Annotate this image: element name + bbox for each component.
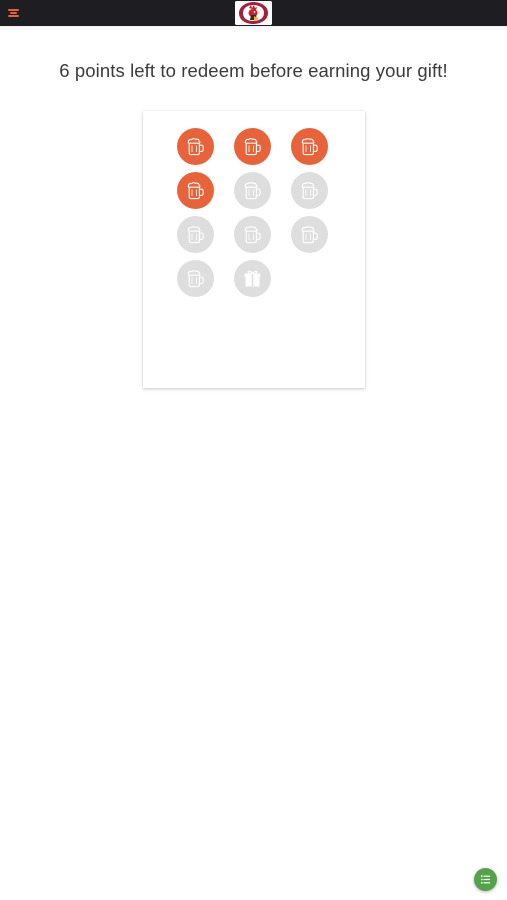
top-app-bar — [0, 0, 507, 26]
coffee-mug-icon — [299, 224, 320, 245]
stamp-earned — [291, 128, 328, 165]
coffee-mug-icon — [299, 136, 320, 157]
coffee-mug-icon — [242, 224, 263, 245]
coffee-mug-icon — [185, 268, 206, 289]
coffee-mug-icon — [242, 136, 263, 157]
stamp-unearned — [177, 216, 214, 253]
coffee-mug-icon — [185, 180, 206, 201]
app-bar-shadow — [0, 26, 507, 32]
coffee-mug-icon — [185, 136, 206, 157]
coffee-mug-icon — [299, 180, 320, 201]
stamp-earned — [177, 128, 214, 165]
hamburger-menu-icon[interactable] — [6, 6, 22, 20]
stamp-unearned — [234, 172, 271, 209]
reward-gift-stamp — [234, 260, 271, 297]
coffee-mug-icon — [242, 180, 263, 201]
stamp-unearned — [177, 260, 214, 297]
punch-card — [143, 111, 365, 388]
points-remaining-title: 6 points left to redeem before earning y… — [59, 60, 448, 81]
rooster-logo-icon[interactable] — [235, 1, 272, 25]
stamp-earned — [177, 172, 214, 209]
stamp-unearned — [291, 172, 328, 209]
stamp-grid — [177, 128, 331, 297]
stamp-unearned — [291, 216, 328, 253]
list-icon[interactable] — [474, 868, 497, 891]
stamp-unearned — [234, 216, 271, 253]
coffee-mug-icon — [185, 224, 206, 245]
gift-icon — [242, 268, 263, 289]
stamp-earned — [234, 128, 271, 165]
